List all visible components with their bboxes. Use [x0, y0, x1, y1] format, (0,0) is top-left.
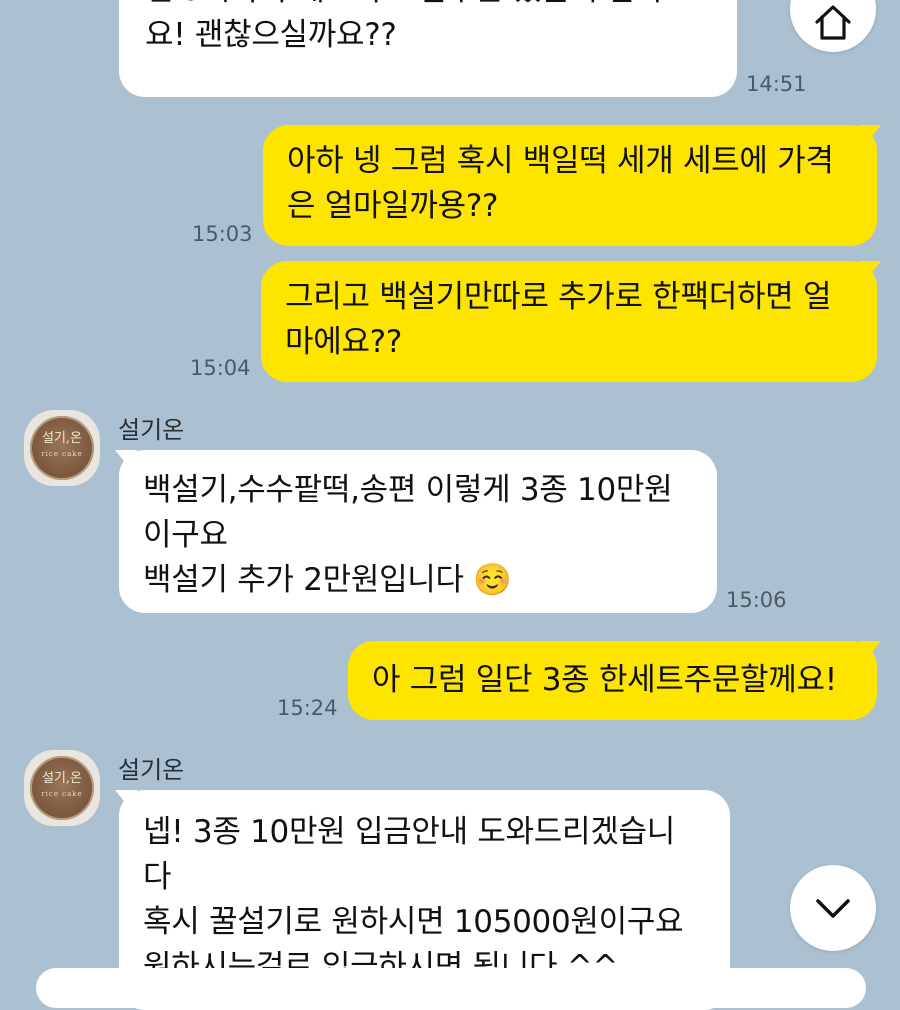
message-text: 백설기,수수팥떡,송편 이렇게 3종 10만원 이구요 백설기 추가 2만원입니…	[143, 472, 673, 598]
message-bubble-incoming[interactable]: 백설기,수수팥떡,송편 이렇게 3종 10만원 이구요 백설기 추가 2만원입니…	[115, 450, 717, 613]
message-bubble-incoming[interactable]: 면 9시까지 해드리고 갈수는 있을거 같아 요! 괜찮으실까요??	[119, 0, 737, 97]
message-bubble-outgoing[interactable]: 아하 넹 그럼 혹시 백일떡 세개 세트에 가격 은 얼마일까용??	[263, 125, 881, 246]
avatar[interactable]: 설기,온 rice cake	[24, 410, 100, 486]
message-text: 아하 넹 그럼 혹시 백일떡 세개 세트에 가격 은 얼마일까용??	[287, 143, 834, 224]
message-text: 그리고 백설기만따로 추가로 한팩더하면 얼 마에요??	[285, 279, 832, 360]
chevron-down-icon	[816, 899, 850, 918]
message-text: 면 9시까지 해드리고 갈수는 있을거 같아 요! 괜찮으실까요??	[145, 0, 664, 53]
message-bubble-outgoing[interactable]: 그리고 백설기만따로 추가로 한팩더하면 얼 마에요??	[261, 261, 881, 382]
home-icon	[815, 5, 851, 40]
message-input-bar[interactable]	[36, 968, 866, 1008]
avatar-logo: 설기,온	[41, 431, 82, 446]
message-bubble-outgoing[interactable]: 아 그럼 일단 3종 한세트주문할께요!	[348, 641, 881, 720]
avatar-image	[30, 756, 94, 820]
avatar-logo: 설기,온	[41, 771, 82, 786]
message-text: 아 그럼 일단 3종 한세트주문할께요!	[372, 662, 837, 698]
message-time: 15:24	[277, 696, 338, 720]
avatar[interactable]: 설기,온 rice cake	[24, 750, 100, 826]
avatar-logo-sub: rice cake	[41, 450, 83, 458]
message-time: 15:04	[190, 356, 251, 380]
message-text: 넵! 3종 10만원 입금안내 도와드리겠습니 다 혹시 꿀설기로 원하시면 1…	[143, 814, 684, 985]
bubble-tail	[115, 450, 137, 472]
bubble-tail	[859, 261, 881, 283]
message-time: 14:51	[746, 72, 807, 96]
message-time: 15:06	[726, 588, 787, 612]
avatar-image	[30, 416, 94, 480]
bubble-tail	[859, 641, 881, 663]
sender-name: 설기온	[118, 756, 185, 784]
sender-name: 설기온	[118, 416, 185, 444]
bubble-tail	[859, 125, 881, 147]
home-button[interactable]	[790, 0, 876, 52]
avatar-logo-sub: rice cake	[41, 790, 83, 798]
bubble-tail	[115, 790, 137, 812]
message-time: 15:03	[192, 222, 253, 246]
scroll-down-button[interactable]	[790, 865, 876, 951]
